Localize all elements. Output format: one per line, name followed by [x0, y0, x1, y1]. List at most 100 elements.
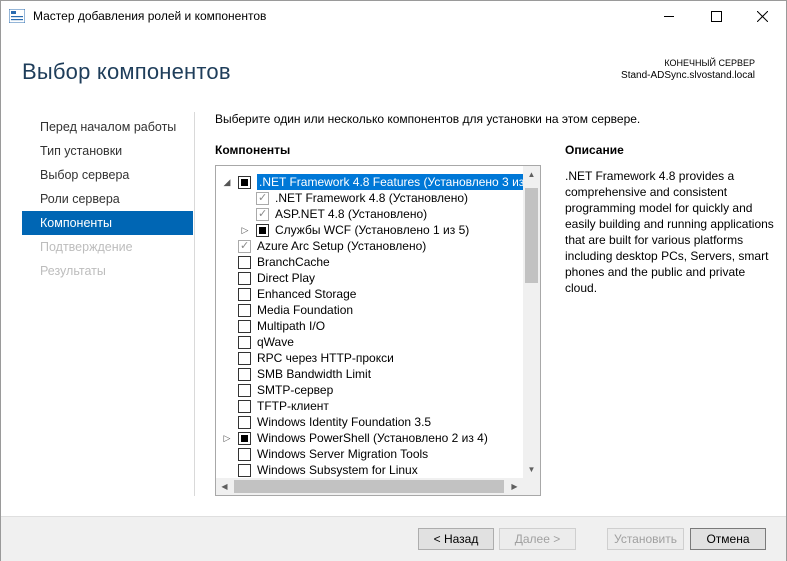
nav-item[interactable]: Роли сервера [22, 187, 193, 211]
component-row[interactable]: SMB Bandwidth Limit [216, 366, 524, 382]
component-label: Windows Identity Foundation 3.5 [257, 415, 432, 429]
component-row[interactable]: SMTP-сервер [216, 382, 524, 398]
horizontal-scrollbar[interactable]: ◀ ▶ [216, 478, 523, 495]
component-checkbox[interactable] [256, 224, 269, 237]
component-label: Media Foundation [257, 303, 354, 317]
component-checkbox[interactable] [238, 256, 251, 269]
component-checkbox [238, 238, 251, 254]
component-label: qWave [257, 335, 294, 349]
maximize-button[interactable] [693, 1, 739, 32]
maximize-icon [710, 11, 722, 22]
component-label: Azure Arc Setup (Установлено) [257, 239, 427, 253]
expand-arrow-icon[interactable]: ▷ [222, 430, 232, 446]
server-manager-icon [9, 9, 25, 23]
component-checkbox[interactable] [238, 176, 251, 189]
wizard-nav: Перед началом работы Тип установки Выбор с… [22, 115, 193, 283]
nav-item: Результаты [40, 264, 106, 278]
component-checkbox[interactable] [238, 464, 251, 477]
scrollbar-corner [523, 478, 540, 495]
component-row[interactable]: Direct Play [216, 270, 524, 286]
scroll-left-icon[interactable]: ◀ [216, 478, 233, 495]
component-row[interactable]: ▷ Службы WCF (Установлено 1 из 5) [216, 222, 524, 238]
component-row[interactable]: Windows Identity Foundation 3.5 [216, 414, 524, 430]
component-label: .NET Framework 4.8 (Установлено) [275, 191, 469, 205]
cancel-button[interactable]: Отмена [690, 528, 766, 550]
description-text: .NET Framework 4.8 provides a comprehens… [565, 169, 774, 295]
component-checkbox[interactable] [238, 448, 251, 461]
vertical-scroll-thumb[interactable] [525, 188, 538, 283]
component-row[interactable]: Windows Server Migration Tools [216, 446, 524, 462]
destination-server-label: КОНЕЧНЫЙ СЕРВЕР [664, 58, 755, 68]
horizontal-scroll-thumb[interactable] [234, 480, 504, 493]
component-row[interactable]: .NET Framework 4.8 (Установлено) [216, 190, 524, 206]
component-row[interactable]: ◢ .NET Framework 4.8 Features (Установлен… [216, 174, 540, 190]
component-label: SMB Bandwidth Limit [257, 367, 372, 381]
component-checkbox [256, 206, 269, 222]
wizard-window: Мастер добавления ролей и компонентов Вы… [0, 0, 787, 561]
component-label: Windows PowerShell (Установлено 2 из 4) [257, 431, 488, 445]
component-checkbox[interactable] [238, 352, 251, 365]
component-row[interactable]: RPC через HTTP-прокси [216, 350, 524, 366]
nav-item[interactable]: Тип установки [22, 139, 193, 163]
title-bar[interactable]: Мастер добавления ролей и компонентов [1, 1, 786, 32]
component-label: SMTP-сервер [257, 383, 334, 397]
nav-item[interactable]: Выбор сервера [22, 163, 193, 187]
component-checkbox [256, 190, 269, 206]
component-checkbox[interactable] [238, 320, 251, 333]
scroll-right-icon[interactable]: ▶ [506, 478, 523, 495]
component-label: Enhanced Storage [257, 287, 357, 301]
component-label: RPC через HTTP-прокси [257, 351, 394, 365]
component-row[interactable]: BranchCache [216, 254, 524, 270]
component-row[interactable]: ASP.NET 4.8 (Установлено) [216, 206, 524, 222]
description-heading: Описание [565, 143, 624, 157]
component-checkbox[interactable] [238, 416, 251, 429]
component-row[interactable]: Multipath I/O [216, 318, 524, 334]
component-checkbox[interactable] [238, 368, 251, 381]
component-row[interactable]: TFTP-клиент [216, 398, 524, 414]
next-button[interactable]: Далее > [499, 528, 576, 550]
component-label: ASP.NET 4.8 (Установлено) [275, 207, 428, 221]
scroll-down-icon[interactable]: ▼ [523, 461, 540, 478]
component-row[interactable]: Media Foundation [216, 302, 524, 318]
nav-divider [194, 112, 195, 496]
components-heading: Компоненты [215, 143, 291, 157]
nav-item[interactable]: Компоненты [22, 211, 193, 235]
component-checkbox[interactable] [238, 304, 251, 317]
component-label: Службы WCF (Установлено 1 из 5) [275, 223, 470, 237]
scroll-up-icon[interactable]: ▲ [523, 166, 540, 183]
component-row[interactable]: Windows Subsystem for Linux [216, 462, 524, 478]
instructions-text: Выберите один или несколько компонентов … [215, 112, 641, 126]
components-tree[interactable]: ◢ .NET Framework 4.8 Features (Установлен… [215, 165, 541, 496]
expand-arrow-icon[interactable]: ▷ [240, 222, 250, 238]
destination-server-name: Stand-ADSync.slvostand.local [621, 70, 755, 81]
component-row[interactable]: ▷ Windows PowerShell (Установлено 2 из 4) [216, 430, 524, 446]
components-tree-items: ◢ .NET Framework 4.8 Features (Установлен… [216, 174, 540, 478]
component-label: .NET Framework 4.8 Features (Установлено… [257, 174, 540, 190]
component-label: Direct Play [257, 271, 316, 285]
component-row[interactable]: Enhanced Storage [216, 286, 524, 302]
page-title: Выбор компонентов [22, 59, 231, 84]
nav-item[interactable]: Перед началом работы [22, 115, 193, 139]
nav-item: Подтверждение [40, 240, 133, 254]
component-checkbox[interactable] [238, 272, 251, 285]
component-label: Windows Server Migration Tools [257, 447, 429, 461]
back-button[interactable]: < Назад [418, 528, 494, 550]
component-label: Windows Subsystem for Linux [257, 463, 418, 477]
component-checkbox[interactable] [238, 288, 251, 301]
component-label: BranchCache [257, 255, 330, 269]
component-checkbox[interactable] [238, 384, 251, 397]
component-row[interactable]: qWave [216, 334, 524, 350]
close-icon [756, 11, 768, 22]
component-label: TFTP-клиент [257, 399, 329, 413]
install-button[interactable]: Установить [607, 528, 684, 550]
component-checkbox[interactable] [238, 432, 251, 445]
component-checkbox[interactable] [238, 400, 251, 413]
close-button[interactable] [739, 1, 785, 32]
component-checkbox[interactable] [238, 336, 251, 349]
component-label: Multipath I/O [257, 319, 326, 333]
collapse-arrow-icon[interactable]: ◢ [222, 174, 232, 190]
vertical-scrollbar[interactable]: ▲ ▼ [523, 166, 540, 478]
component-row[interactable]: Azure Arc Setup (Установлено) [216, 238, 524, 254]
minimize-button[interactable] [646, 1, 692, 32]
window-title: Мастер добавления ролей и компонентов [33, 9, 267, 23]
